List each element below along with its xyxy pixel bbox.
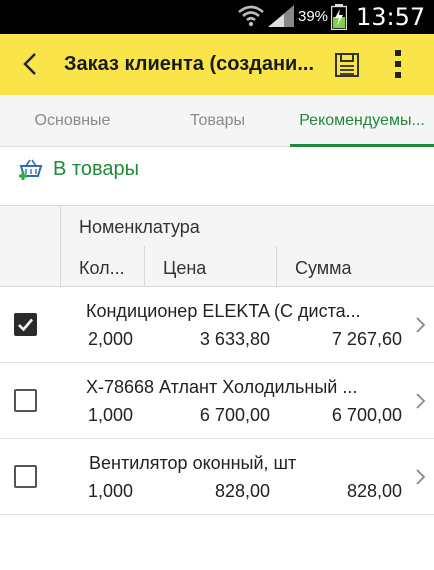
table-row[interactable]: Вентилятор оконный, шт 1,000 828,00 828,… [0, 439, 434, 515]
add-to-cart-icon [19, 159, 43, 180]
row-checkbox[interactable] [14, 389, 37, 412]
page-title: Заказ клиента (создани... [64, 53, 314, 75]
item-name: Х-78668 Атлант Холодильный ... [86, 377, 358, 397]
row-checkbox[interactable] [14, 465, 37, 488]
column-header-name[interactable]: Номенклатура [79, 217, 200, 238]
item-price: 6 700,00 [199, 405, 270, 425]
more-vert-icon [395, 50, 401, 78]
battery-percentage: 39% [298, 8, 329, 25]
item-sum: 7 267,60 [331, 329, 402, 349]
tab-main[interactable]: Основные [0, 95, 145, 147]
back-button[interactable] [16, 49, 46, 79]
app-header: Заказ клиента (создани... [0, 34, 434, 95]
battery-icon [331, 4, 347, 30]
column-header-price[interactable]: Цена [163, 258, 206, 279]
status-bar: 39% 13:57 [0, 0, 434, 34]
column-divider [60, 206, 61, 288]
chevron-right-icon[interactable] [414, 315, 426, 335]
column-divider [144, 246, 145, 288]
chevron-right-icon[interactable] [414, 467, 426, 487]
item-name: Кондиционер ELEKTA (С диста... [86, 301, 361, 321]
item-quantity: 2,000 [88, 329, 134, 349]
signal-icon [268, 5, 294, 27]
item-price: 828,00 [214, 481, 270, 501]
item-name: Вентилятор оконный, шт [89, 453, 297, 473]
back-arrow-icon [23, 53, 36, 75]
checkmark-icon [18, 318, 33, 332]
table-row[interactable]: Х-78668 Атлант Холодильный ... 1,000 6 7… [0, 363, 434, 439]
row-checkbox[interactable] [14, 313, 37, 336]
add-to-goods-label: В товары [53, 158, 139, 180]
table-header: Номенклатура Кол... Цена Сумма [0, 205, 434, 288]
chevron-right-icon[interactable] [414, 391, 426, 411]
table-row[interactable]: Кондиционер ELEKTA (С диста... 2,000 3 6… [0, 287, 434, 363]
save-button[interactable] [333, 51, 361, 79]
tab-bar: Основные Товары Рекомендуемы... [0, 95, 434, 147]
column-header-sum[interactable]: Сумма [295, 258, 352, 279]
tab-recommended[interactable]: Рекомендуемы... [290, 95, 434, 147]
wifi-icon [238, 5, 264, 27]
item-price: 3 633,80 [199, 329, 270, 349]
more-options-button[interactable] [388, 48, 408, 80]
column-header-qty[interactable]: Кол... [79, 258, 125, 279]
active-tab-indicator [290, 144, 434, 147]
column-divider [276, 246, 277, 288]
item-sum: 828,00 [346, 481, 402, 501]
item-quantity: 1,000 [88, 481, 134, 501]
clock: 13:57 [356, 3, 426, 31]
save-icon [335, 53, 359, 77]
tab-goods[interactable]: Товары [145, 95, 290, 147]
item-sum: 6 700,00 [331, 405, 402, 425]
item-quantity: 1,000 [88, 405, 134, 425]
